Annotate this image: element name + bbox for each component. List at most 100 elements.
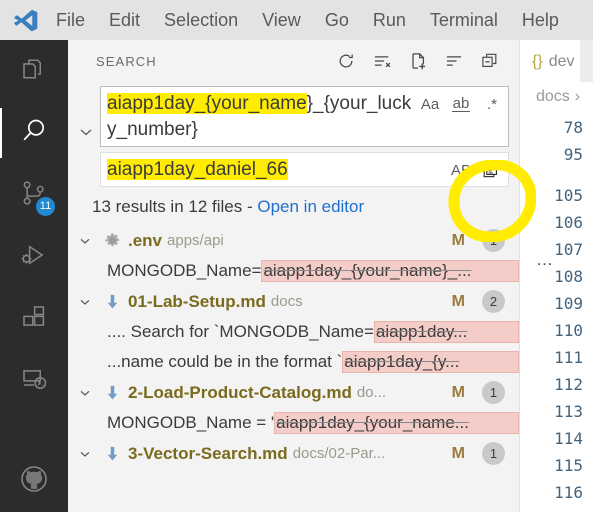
activity-item-run-debug[interactable] (0, 226, 68, 288)
search-icon (18, 115, 50, 152)
gear-file-icon (101, 232, 123, 249)
line-number: 108 (554, 267, 583, 286)
open-in-editor-link[interactable]: Open in editor (257, 197, 364, 216)
file-result-01-lab-setup[interactable]: 01-Lab-Setup.md docs M 2 (68, 286, 519, 317)
file-match-count: 1 (482, 442, 505, 465)
line-number: 115 (554, 456, 583, 475)
replace-input[interactable]: aiapp1day_daniel_66 (107, 156, 449, 183)
match-prefix: MONGODB_Name= (107, 261, 262, 280)
match-result[interactable]: MONGODB_Name= aiapp1day_{your_name}_... (68, 256, 519, 286)
search-term-highlighted: aiapp1day_{your_name (107, 93, 307, 114)
menu-terminal[interactable]: Terminal (418, 8, 510, 33)
editor-tab-label: dev (548, 52, 575, 70)
file-result-3-vector-search[interactable]: 3-Vector-Search.md docs/02-Par... M 1 (68, 438, 519, 469)
vscode-logo-icon (8, 5, 44, 35)
line-number: 116 (554, 483, 583, 502)
match-result[interactable]: .... Search for `MONGODB_Name= aiapp1day… (68, 317, 519, 347)
file-git-status: M (451, 444, 465, 462)
list-flat-icon[interactable] (441, 48, 467, 74)
menu-view[interactable]: View (250, 8, 313, 33)
activity-item-explorer[interactable] (0, 40, 68, 102)
source-control-badge: 11 (36, 197, 55, 216)
search-panel-title: SEARCH (96, 53, 157, 69)
refresh-icon[interactable] (333, 48, 359, 74)
match-prefix: ...name could be in the format ` (107, 352, 343, 371)
chevron-down-icon[interactable] (74, 446, 96, 462)
activity-item-remote-explorer[interactable] (0, 350, 68, 412)
line-number: 111 (554, 348, 583, 367)
github-icon (18, 463, 50, 500)
match-whole-word-button[interactable]: ab (449, 93, 473, 115)
search-input[interactable]: aiapp1day_{your_name}_{your_luck y_number… (107, 90, 418, 143)
file-path: docs (270, 293, 303, 310)
menu-run[interactable]: Run (361, 8, 418, 33)
search-input-box[interactable]: aiapp1day_{your_name}_{your_luck y_number… (100, 86, 509, 147)
file-result-env[interactable]: .env apps/api M 1 (68, 225, 519, 256)
use-regex-button[interactable]: .* (480, 93, 504, 115)
replace-options: AB (449, 156, 504, 181)
activity-bar: 11 (0, 40, 68, 512)
match-result[interactable]: ...name could be in the format ` aiapp1d… (68, 347, 519, 377)
file-match-count: 1 (482, 229, 505, 252)
replace-input-box[interactable]: aiapp1day_daniel_66 AB (100, 152, 509, 187)
workbench-body: 11 SEARCH aiapp1day_{your_name}_{your_lu… (0, 40, 593, 512)
collapse-all-icon[interactable] (477, 48, 503, 74)
replace-all-icon[interactable] (480, 159, 504, 181)
activity-item-github-account[interactable] (0, 450, 68, 512)
chevron-down-icon[interactable] (74, 294, 96, 310)
line-number-gap (520, 168, 593, 182)
editor-tab[interactable]: {} dev (520, 40, 581, 82)
line-number: 107 (554, 240, 583, 259)
breadcrumb[interactable]: docs › (520, 82, 593, 112)
file-path: do... (356, 384, 387, 401)
menu-go[interactable]: Go (313, 8, 361, 33)
breadcrumb-item[interactable]: docs (536, 88, 570, 106)
menu-file[interactable]: File (44, 8, 97, 33)
search-widget: aiapp1day_{your_name}_{your_luck y_number… (68, 82, 519, 187)
file-match-count: 1 (482, 381, 505, 404)
markdown-file-icon (101, 445, 123, 463)
search-panel-actions (333, 48, 511, 74)
results-summary: 13 results in 12 files - Open in editor (68, 187, 519, 225)
editor-line-number-gutter: 78 95 105 106 107 108 109 110 111 112 11… (520, 112, 593, 512)
results-summary-text: 13 results in 12 files - (92, 197, 258, 216)
line-number: 114 (554, 429, 583, 448)
file-name: 3-Vector-Search.md (128, 443, 288, 463)
preserve-case-button[interactable]: AB (449, 159, 473, 181)
activity-item-extensions[interactable] (0, 288, 68, 350)
search-term-rest: }_{your_luck (306, 93, 412, 114)
new-search-editor-icon[interactable] (405, 48, 431, 74)
vscode-window: File Edit Selection View Go Run Terminal… (0, 0, 593, 512)
ellipsis-icon[interactable]: … (536, 250, 555, 270)
search-results-tree: .env apps/api M 1 MONGODB_Name= aiapp1da… (68, 225, 519, 512)
remote-explorer-icon (19, 364, 49, 399)
match-prefix: MONGODB_Name = ' (107, 413, 275, 432)
line-number: 109 (554, 294, 583, 313)
activity-item-source-control[interactable]: 11 (0, 164, 68, 226)
run-and-debug-icon (19, 240, 49, 275)
line-number: 95 (563, 145, 583, 164)
markdown-file-icon (101, 293, 123, 311)
activity-item-search[interactable] (0, 102, 68, 164)
file-result-2-load-product-catalog[interactable]: 2-Load-Product-Catalog.md do... M 1 (68, 377, 519, 408)
chevron-down-icon[interactable] (74, 233, 96, 249)
line-number: 112 (554, 375, 583, 394)
file-match-count: 2 (482, 290, 505, 313)
file-name: 2-Load-Product-Catalog.md (128, 382, 352, 402)
match-result[interactable]: MONGODB_Name = ' aiapp1day_{your_name... (68, 408, 519, 438)
match-case-button[interactable]: Aa (418, 93, 442, 115)
chevron-down-icon (76, 122, 96, 147)
match-highlight: aiapp1day_{y... (342, 351, 519, 373)
menu-edit[interactable]: Edit (97, 8, 152, 33)
menu-help[interactable]: Help (510, 8, 571, 33)
menu-selection[interactable]: Selection (152, 8, 250, 33)
search-options: Aa ab .* (418, 90, 504, 115)
toggle-replace-button[interactable] (72, 86, 100, 187)
chevron-down-icon[interactable] (74, 385, 96, 401)
clear-search-results-icon[interactable] (369, 48, 395, 74)
extensions-icon (19, 302, 49, 337)
file-name: .env (128, 230, 163, 250)
search-panel-header: SEARCH (68, 40, 519, 82)
search-term-line2: y_number} (107, 119, 198, 140)
line-number: 113 (554, 402, 583, 421)
